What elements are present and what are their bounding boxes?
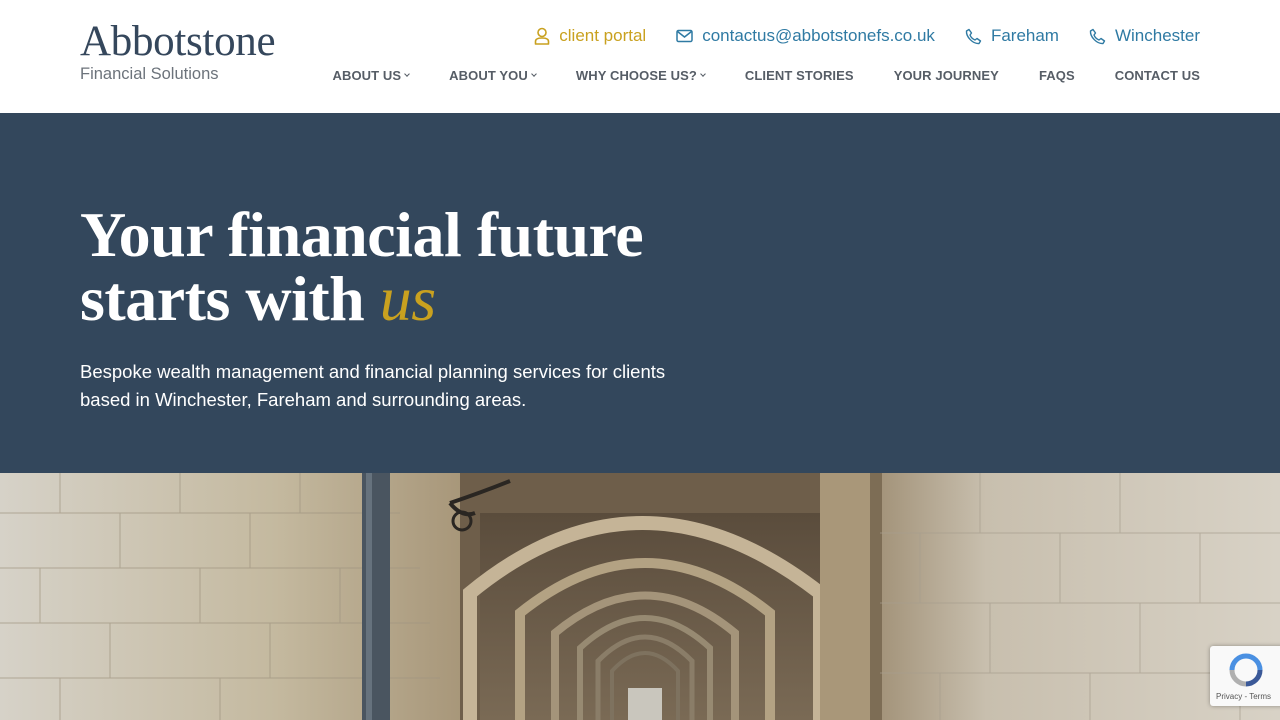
recaptcha-terms-link[interactable]: Terms xyxy=(1249,692,1271,701)
phone-fareham-label: Fareham xyxy=(990,26,1059,45)
phone-winchester-link[interactable]: Winchester xyxy=(1089,26,1200,46)
nav-about-you[interactable]: ABOUT YOU xyxy=(449,67,537,83)
hero-title-line2: starts with xyxy=(80,263,365,334)
chevron-down-icon xyxy=(531,70,537,77)
chevron-down-icon xyxy=(404,70,411,77)
client-portal-label: client portal xyxy=(559,26,647,45)
nav-label: ABOUT YOU xyxy=(449,67,528,83)
hero-section: Your financial future starts with us Bes… xyxy=(0,113,1280,473)
hero-subtitle: Bespoke wealth management and financial … xyxy=(80,361,666,410)
cloister-illustration xyxy=(0,473,1280,720)
logo-tagline: Financial Solutions xyxy=(80,65,219,83)
recaptcha-badge[interactable]: Privacy - Terms xyxy=(1210,646,1280,706)
nav-label: YOUR JOURNEY xyxy=(893,67,999,83)
nav-label: CLIENT STORIES xyxy=(744,67,854,83)
main-nav: ABOUT US ABOUT YOU WHY CHOOSE US? CLIENT… xyxy=(332,66,1200,84)
chevron-down-icon xyxy=(700,70,706,77)
user-icon xyxy=(534,27,550,45)
nav-label: CONTACT US xyxy=(1114,67,1200,83)
nav-faqs[interactable]: FAQS xyxy=(1039,68,1075,83)
phone-fareham-link[interactable]: Fareham xyxy=(965,26,1059,46)
hero-title: Your financial future starts with us xyxy=(80,203,644,334)
hero-title-accent: us xyxy=(379,263,436,334)
nav-contact-us[interactable]: CONTACT US xyxy=(1115,68,1200,83)
nav-your-journey[interactable]: YOUR JOURNEY xyxy=(894,68,999,83)
email-link[interactable]: contactus@abbotstonefs.co.uk xyxy=(676,26,935,46)
nav-about-us[interactable]: ABOUT US xyxy=(332,67,411,83)
site-header: Abbotstone Financial Solutions client po… xyxy=(0,0,1280,113)
email-label: contactus@abbotstonefs.co.uk xyxy=(702,26,935,45)
envelope-icon xyxy=(676,29,693,43)
cloister-photo xyxy=(0,473,1280,720)
recaptcha-icon xyxy=(1229,653,1263,687)
nav-label: ABOUT US xyxy=(332,67,402,83)
phone-icon xyxy=(1089,28,1106,44)
nav-client-stories[interactable]: CLIENT STORIES xyxy=(745,68,854,83)
phone-winchester-label: Winchester xyxy=(1114,26,1200,45)
recaptcha-privacy-link[interactable]: Privacy xyxy=(1216,692,1242,701)
nav-label: WHY CHOOSE US? xyxy=(575,67,697,83)
site-logo[interactable]: Abbotstone Financial Solutions xyxy=(80,18,276,84)
phone-icon xyxy=(965,28,982,44)
client-portal-link[interactable]: client portal xyxy=(534,26,646,46)
nav-why-choose-us[interactable]: WHY CHOOSE US? xyxy=(575,67,706,83)
recaptcha-links: Privacy - Terms xyxy=(1216,692,1271,701)
contact-bar: client portal contactus@abbotstonefs.co.… xyxy=(534,24,1200,48)
logo-name: Abbotstone xyxy=(80,18,276,65)
nav-label: FAQS xyxy=(1038,67,1075,83)
hero-title-line1: Your financial future xyxy=(80,199,644,270)
